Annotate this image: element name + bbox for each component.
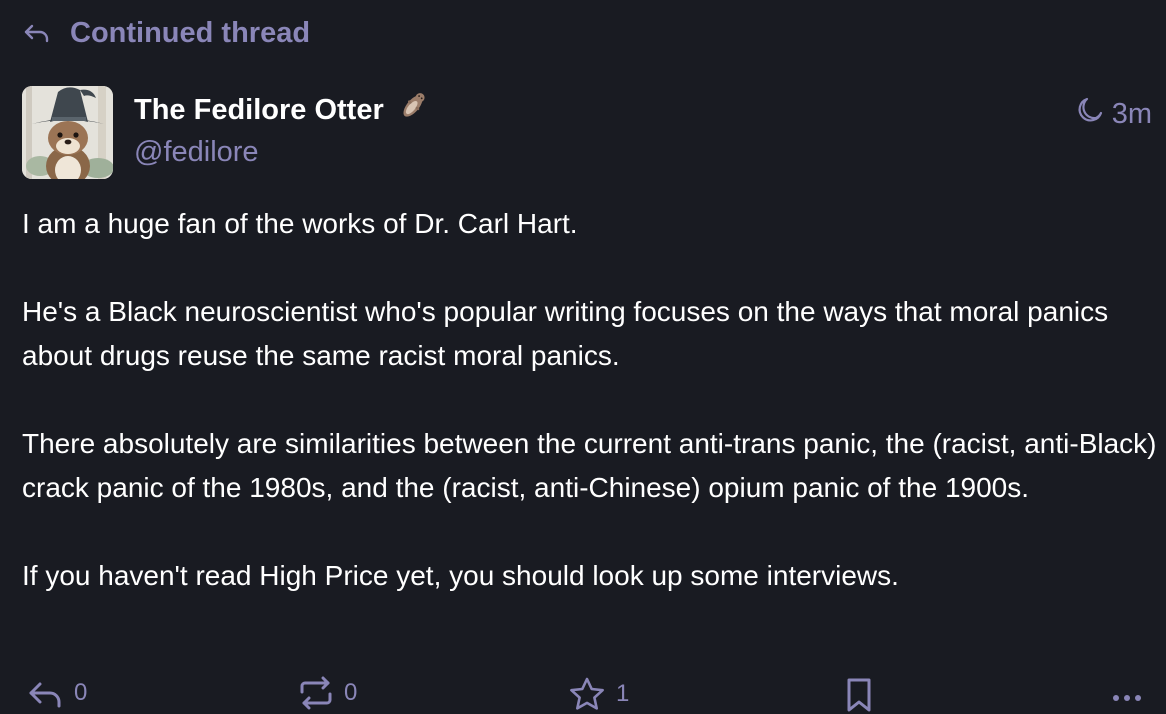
reply-button[interactable]: 0 <box>26 676 87 710</box>
account-handle[interactable]: @fedilore <box>134 136 259 169</box>
display-name[interactable]: The Fedilore Otter <box>134 90 430 130</box>
post-paragraph: I am a huge fan of the works of Dr. Carl… <box>22 208 578 239</box>
boost-button[interactable]: 0 <box>298 676 357 710</box>
post-content: I am a huge fan of the works of Dr. Carl… <box>22 202 1157 598</box>
display-name-text: The Fedilore Otter <box>134 93 384 126</box>
favourite-count: 1 <box>616 680 630 707</box>
continued-thread-label: Continued thread <box>70 16 311 49</box>
post-paragraph: If you haven't read High Price yet, you … <box>22 560 899 591</box>
otter-emoji-icon <box>396 89 430 131</box>
bookmark-icon <box>844 676 874 714</box>
bookmark-button[interactable] <box>844 676 874 714</box>
more-options-button[interactable] <box>1110 676 1144 710</box>
post-page: Continued thread The Fedilore Otter @fed… <box>0 0 1166 714</box>
reply-arrow-icon <box>22 20 52 46</box>
continued-thread-indicator[interactable]: Continued thread <box>22 14 310 52</box>
reply-icon <box>26 676 64 710</box>
boost-count: 0 <box>344 679 358 706</box>
star-icon <box>568 676 606 712</box>
reply-count: 0 <box>74 679 88 706</box>
avatar[interactable] <box>22 86 113 179</box>
ellipsis-icon <box>1110 676 1144 710</box>
moon-icon <box>1076 96 1104 132</box>
relative-time: 3m <box>1111 97 1152 130</box>
post-action-bar: 0 0 1 <box>22 676 1152 714</box>
post-paragraph: There absolutely are similarities betwee… <box>22 428 1157 503</box>
boost-icon <box>298 676 334 710</box>
favourite-button[interactable]: 1 <box>568 676 629 712</box>
post-timestamp[interactable]: 3m <box>1076 96 1152 132</box>
post-paragraph: He's a Black neuroscientist who's popula… <box>22 296 1109 371</box>
